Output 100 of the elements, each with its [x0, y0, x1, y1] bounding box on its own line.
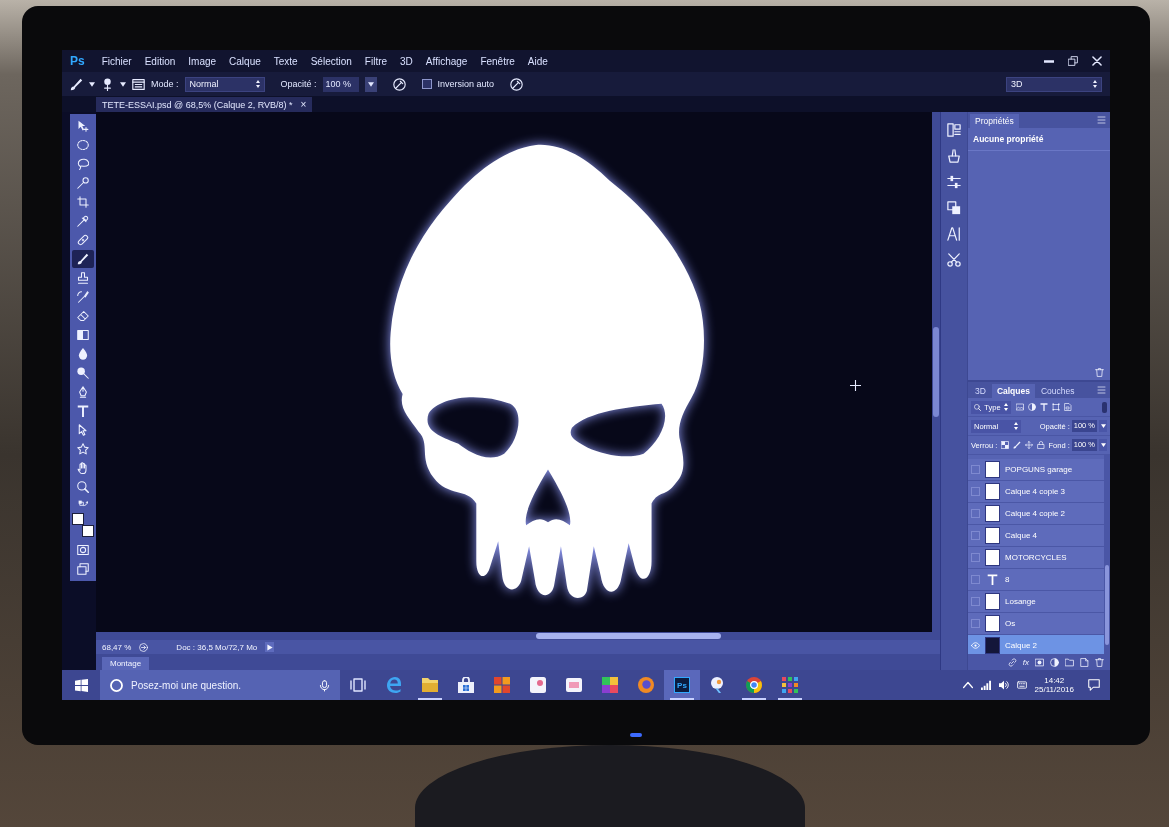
checkbox[interactable] [421, 79, 432, 89]
trash-icon[interactable] [1095, 368, 1104, 377]
menu-item[interactable]: 3D [400, 55, 413, 67]
search-field[interactable]: Posez-moi une question. [131, 677, 311, 693]
layer-row[interactable]: Calque 4 copie 3 [968, 481, 1104, 503]
caret-down-icon[interactable] [89, 81, 95, 87]
visibility-toggle[interactable] [971, 465, 980, 474]
color-swatch[interactable] [72, 513, 84, 525]
menu-item[interactable]: Fenêtre [480, 55, 515, 67]
panel-tab[interactable]: 3D [970, 384, 991, 398]
list-window-icon[interactable] [132, 77, 145, 91]
move-cross-icon[interactable] [1025, 441, 1034, 449]
document-tab[interactable]: TETE-ESSAI.psd @ 68,5% (Calque 2, RVB/8) * × [96, 97, 313, 112]
half-circle-icon[interactable] [1028, 403, 1036, 411]
document-icon[interactable] [1064, 403, 1072, 411]
layer-name: Calque 4 copie 2 [1005, 509, 1066, 518]
letter-t-icon[interactable] [1040, 403, 1048, 411]
menu-item[interactable]: Image [188, 55, 217, 67]
lock-icon[interactable] [1037, 441, 1046, 449]
minimize-button[interactable] [1044, 59, 1054, 63]
visibility-toggle[interactable] [971, 619, 980, 628]
panel-button[interactable] [944, 250, 964, 270]
pen-pressure-icon[interactable] [510, 77, 524, 91]
layer-row[interactable]: 8 [968, 569, 1104, 591]
layer-name: MOTORCYCLES [1005, 553, 1067, 562]
speech-bubble-icon[interactable] [1088, 679, 1100, 691]
menu-item[interactable]: Sélection [310, 55, 352, 67]
layer-row[interactable]: Os [968, 613, 1104, 635]
visibility-toggle[interactable] [971, 487, 980, 496]
layer-action-button[interactable] [1007, 657, 1017, 667]
checker-icon[interactable] [1001, 441, 1010, 449]
visibility-toggle[interactable] [971, 553, 980, 562]
search-box[interactable]: Posez-moi une question. [100, 670, 340, 700]
opacity-field[interactable]: 100 % [322, 76, 359, 92]
scrollbar-thumb[interactable] [933, 327, 939, 417]
brush-arc-icon [77, 291, 89, 303]
fx-button[interactable]: fx [1022, 657, 1029, 667]
brush-dot-icon[interactable] [101, 77, 114, 91]
menu-item[interactable]: Affichage [425, 55, 468, 67]
visibility-toggle[interactable] [971, 531, 980, 540]
lasso-icon [77, 158, 89, 170]
panel-tab[interactable]: Propriétés [970, 114, 1019, 128]
panel-tab[interactable]: Couches [1035, 384, 1080, 398]
workspace-select[interactable]: 3D [1006, 76, 1102, 92]
caret-down-icon[interactable] [120, 81, 126, 87]
layer-row[interactable]: Calque 4 [968, 525, 1104, 547]
dropdown-button[interactable] [1099, 439, 1107, 451]
layer-action-button[interactable] [1095, 657, 1104, 667]
layer-action-button[interactable] [1050, 657, 1059, 667]
visibility-toggle[interactable] [971, 575, 980, 584]
layer-action-button[interactable] [1080, 657, 1089, 667]
picture-icon[interactable] [1016, 403, 1024, 411]
keyboard-icon[interactable] [1016, 680, 1027, 690]
close-button[interactable]: × [300, 99, 307, 110]
menu-item[interactable]: Calque [229, 55, 261, 67]
speaker-icon[interactable] [998, 680, 1009, 690]
close-button[interactable] [1092, 56, 1102, 66]
round-logo-icon [638, 677, 654, 693]
menu-item[interactable]: Aide [527, 55, 548, 67]
scrollbar-thumb[interactable] [536, 633, 721, 639]
dropdown-button[interactable] [364, 76, 377, 92]
color-swatch[interactable] [82, 525, 94, 537]
panel-button[interactable] [944, 120, 964, 140]
layer-action-button[interactable] [1065, 657, 1074, 667]
folder-icon [422, 677, 438, 693]
filter-toggle[interactable] [1102, 401, 1107, 413]
status-menu-button[interactable] [265, 642, 275, 652]
restore-icon [1068, 56, 1078, 66]
layer-row[interactable]: MOTORCYCLES [968, 547, 1104, 569]
panel-tab[interactable]: Calques [991, 384, 1035, 398]
brush-cup-icon [947, 149, 961, 163]
layer-row[interactable]: Losange [968, 591, 1104, 613]
square-corners-icon[interactable] [1052, 403, 1060, 411]
note-icon [530, 677, 546, 693]
layer-row[interactable]: POPGUNS garage [968, 459, 1104, 481]
menu-item[interactable]: Fichier [101, 55, 132, 67]
pen-pressure-icon[interactable] [392, 77, 406, 91]
layer-action-button[interactable] [1035, 657, 1044, 667]
stacked-squares-icon [947, 201, 961, 215]
visibility-toggle[interactable] [971, 597, 980, 606]
menu-item[interactable]: Filtre [364, 55, 388, 67]
restore-button[interactable] [1068, 56, 1078, 66]
microphone-icon[interactable] [319, 678, 330, 692]
caret-up-icon[interactable] [962, 680, 973, 690]
clock-date[interactable]: 25/11/2016 [1034, 685, 1074, 695]
menu-item[interactable]: Texte [273, 55, 298, 67]
layer-row[interactable]: Calque 4 copie 2 [968, 503, 1104, 525]
scrollbar-thumb[interactable] [1105, 565, 1109, 645]
visibility-toggle[interactable] [971, 509, 980, 518]
tool-button[interactable] [72, 250, 94, 268]
dropdown-button[interactable] [1099, 420, 1107, 432]
taskbar-button[interactable]: Ps [664, 670, 700, 700]
signal-bars-icon[interactable] [980, 680, 991, 690]
mode-select[interactable]: Normal [184, 76, 265, 92]
circle-arrow-icon[interactable] [139, 642, 149, 652]
sliders-icon [947, 175, 961, 189]
timeline-tab[interactable]: Montage [102, 657, 150, 670]
clock-time[interactable]: 14:42 [1044, 675, 1065, 685]
menu-item[interactable]: Edition [144, 55, 176, 67]
brush-icon[interactable] [70, 77, 83, 91]
